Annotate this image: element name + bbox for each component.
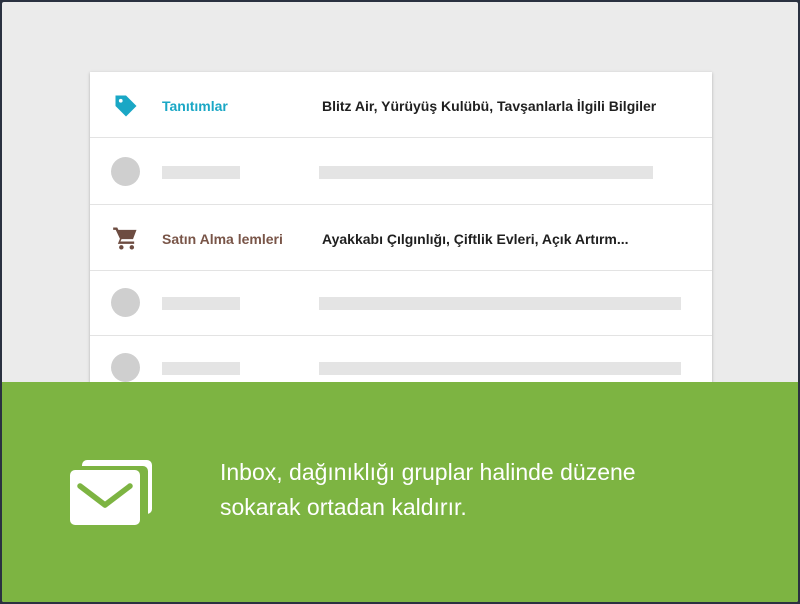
tag-icon (115, 95, 137, 117)
label-placeholder-bar (162, 362, 240, 375)
promo-frame: Tanıtımlar Blitz Air, Yürüyüş Kulübü, Ta… (0, 0, 800, 604)
avatar-placeholder (111, 288, 140, 317)
label-placeholder-bar (162, 166, 240, 179)
avatar-placeholder (111, 157, 140, 186)
bundle-label-purchases: Satın Alma lemleri (162, 231, 283, 247)
subject-placeholder-bar (319, 166, 653, 179)
banner-message: Inbox, dağınıklığı gruplar halinde düzen… (220, 455, 740, 525)
banner-line-1: Inbox, dağınıklığı gruplar halinde düzen… (220, 459, 636, 485)
stacked-mail-icon (70, 460, 152, 525)
subject-placeholder-bar (319, 362, 681, 375)
bundle-label-promotions: Tanıtımlar (162, 98, 228, 114)
bundle-row-promotions[interactable]: Tanıtımlar Blitz Air, Yürüyüş Kulübü, Ta… (90, 72, 712, 138)
inbox-preview-card: Tanıtımlar Blitz Air, Yürüyüş Kulübü, Ta… (90, 72, 712, 412)
label-placeholder-bar (162, 297, 240, 310)
feature-banner: Inbox, dağınıklığı gruplar halinde düzen… (2, 382, 798, 602)
shopping-cart-icon (113, 227, 137, 250)
placeholder-row (90, 271, 712, 336)
bundle-subject-promotions: Blitz Air, Yürüyüş Kulübü, Tavşanlarla İ… (322, 98, 657, 114)
subject-placeholder-bar (319, 297, 681, 310)
banner-line-2: sokarak ortadan kaldırır. (220, 494, 467, 520)
bundle-row-purchases[interactable]: Satın Alma lemleri Ayakkabı Çılgınlığı, … (90, 205, 712, 271)
bundle-subject-purchases: Ayakkabı Çılgınlığı, Çiftlik Evleri, Açı… (322, 231, 629, 247)
avatar-placeholder (111, 353, 140, 382)
placeholder-row (90, 138, 712, 205)
